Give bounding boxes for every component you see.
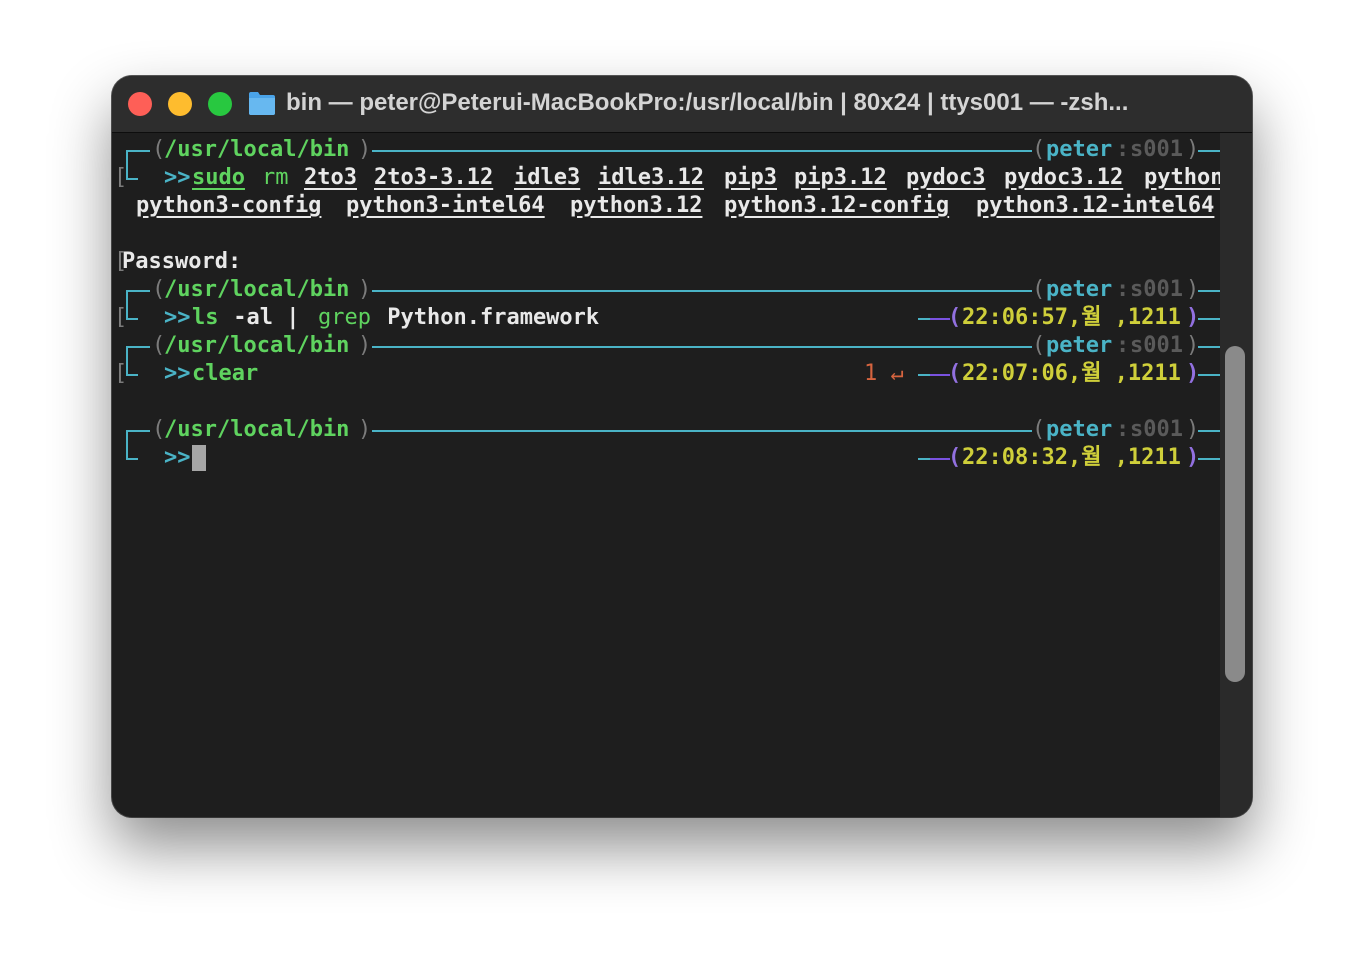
- exit-status: 1 ↵: [864, 361, 904, 386]
- text-cursor: [192, 445, 206, 471]
- timestamp: 22:08:32,월 ,1211: [962, 445, 1181, 470]
- minimize-button[interactable]: [168, 92, 192, 116]
- prompt-user: peter: [1046, 333, 1113, 358]
- prompt-user: peter: [1046, 277, 1113, 302]
- prompt-tty: s001: [1130, 333, 1183, 358]
- command-line: [ >> clear 1 ↵ ( 22:07:06,월 ,1211 ) ]: [112, 360, 1252, 388]
- prompt-path: /usr/local/bin: [164, 137, 350, 162]
- command-continuation: python3-config python3-intel64 python3.1…: [136, 193, 1215, 218]
- command-line: [ >> ls -al | grep Python.framework ( 22…: [112, 304, 1252, 332]
- scrollbar-thumb[interactable]: [1225, 346, 1245, 682]
- folder-icon: [249, 92, 275, 115]
- command-line: [ >> sudo rm 2to3 2to3-3.12 idle3 idle3.…: [114, 164, 1252, 190]
- prompt-header: ( /usr/local/bin ) ( peter : s001 ): [112, 136, 1222, 166]
- prompt-tty: s001: [1130, 417, 1183, 442]
- terminal-content[interactable]: ( /usr/local/bin ) ( peter : s001 ) [ >>…: [112, 133, 1252, 817]
- close-button[interactable]: [128, 92, 152, 116]
- prompt-path: /usr/local/bin: [164, 277, 350, 302]
- window-title: bin — peter@Peterui-MacBookPro:/usr/loca…: [286, 89, 1129, 116]
- prompt-tty: s001: [1130, 277, 1183, 302]
- prompt-user: peter: [1046, 417, 1113, 442]
- title-bar[interactable]: bin — peter@Peterui-MacBookPro:/usr/loca…: [112, 76, 1252, 133]
- password-line: [ Password: ]: [114, 249, 1252, 274]
- active-prompt-line[interactable]: >> ( 22:08:32,월 ,1211 ): [112, 444, 1222, 472]
- prompt-tty: s001: [1130, 137, 1183, 162]
- prompt-path: /usr/local/bin: [164, 333, 350, 358]
- prompt-header: ( /usr/local/bin ) ( peter : s001 ): [112, 332, 1222, 362]
- prompt-header: ( /usr/local/bin ) ( peter : s001 ): [112, 276, 1222, 306]
- prompt-header: ( /usr/local/bin ) ( peter : s001 ): [112, 416, 1222, 446]
- timestamp: 22:06:57,월 ,1211: [962, 305, 1181, 330]
- prompt-user: peter: [1046, 137, 1113, 162]
- zoom-button[interactable]: [208, 92, 232, 116]
- prompt-path: /usr/local/bin: [164, 417, 350, 442]
- terminal-window: bin — peter@Peterui-MacBookPro:/usr/loca…: [112, 76, 1252, 817]
- timestamp: 22:07:06,월 ,1211: [962, 361, 1181, 386]
